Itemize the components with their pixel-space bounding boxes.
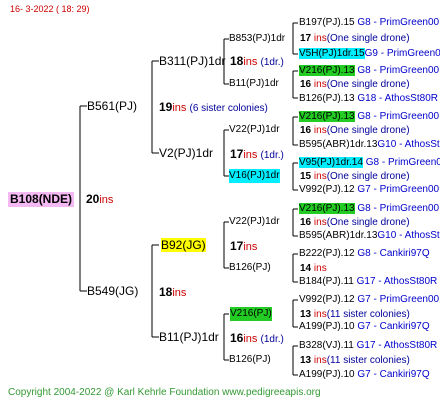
- gen3-colony-id: B853(PJ)1dr: [229, 33, 286, 44]
- gen4-entry: V992(PJ).12 G7 - PrimGreen00: [299, 293, 439, 307]
- gen4-entry: V992(PJ).12 G7 - PrimGreen00: [299, 183, 439, 197]
- gen4-colony-id: B595(ABR)1dr.13: [299, 230, 378, 241]
- gen1-inbreeding: 19ins (6 sister colonies): [159, 100, 268, 114]
- gen3-colony-id: B126(PJ): [229, 354, 271, 365]
- gen3-inbreeding: 13 ins(11 sister colonies): [300, 355, 410, 366]
- gen4-entry: B126(PJ).13 G18 - AthosSt80R: [299, 92, 438, 106]
- gen3-colony-id: V22(PJ)1dr: [229, 216, 280, 227]
- gen1-colony-id: B549(JG): [87, 284, 139, 298]
- gen4-colony-id: A199(PJ).10: [299, 321, 355, 332]
- gen4-colony-id: B197(PJ).15: [299, 17, 355, 28]
- gen1-inbreeding: 18ins: [159, 285, 187, 299]
- gen4-colony-id: B595(ABR)1dr.13: [299, 139, 378, 150]
- gen4-colony-id: B222(PJ).12: [299, 248, 355, 259]
- gen4-entry: A199(PJ).10 G7 - Cankiri97Q: [299, 368, 430, 382]
- gen4-origin: G7 - PrimGreen00: [357, 184, 440, 195]
- gen4-colony-id: V216(PJ).13: [299, 111, 355, 122]
- gen3-colony-id: V216(PJ): [230, 307, 272, 321]
- gen2-inbreeding: 16ins (1dr.): [230, 331, 284, 345]
- gen4-colony-id: V95(PJ)1dr.14: [299, 157, 363, 168]
- gen4-origin: G10 - AthosSt80R: [377, 139, 440, 150]
- gen3-inbreeding: 15 ins(One single drone): [300, 171, 410, 182]
- gen4-origin: G8 - PrimGreen00: [357, 203, 440, 214]
- gen4-entry: B595(ABR)1dr.13G10 - AthosSt80R: [299, 229, 440, 243]
- gen4-entry: V216(PJ).13 G8 - PrimGreen00: [299, 202, 439, 216]
- gen4-origin: G17 - AthosSt80R: [356, 276, 438, 287]
- gen4-origin: G8 - PrimGreen00: [365, 157, 440, 168]
- pedigree-chart: 16- 3-2022 ( 18: 29) B108(NDE) 20ins B56…: [0, 0, 440, 400]
- gen4-entry: B595(ABR)1dr.13G10 - AthosSt80R: [299, 138, 440, 152]
- gen4-entry: V5H(PJ)1dr.15G9 - PrimGreen00: [299, 47, 440, 61]
- gen4-origin: G10 - AthosSt80R: [377, 230, 440, 241]
- gen3-inbreeding: 16 ins(One single drone): [300, 217, 410, 228]
- gen4-colony-id: V5H(PJ)1dr.15: [299, 48, 365, 59]
- gen3-inbreeding: 16 ins(One single drone): [300, 125, 410, 136]
- gen3-colony-id: B126(PJ): [229, 262, 271, 273]
- gen3-colony-id: V16(PJ)1dr: [229, 169, 280, 183]
- gen4-colony-id: A199(PJ).10: [299, 369, 355, 380]
- gen4-entry: B197(PJ).15 G8 - PrimGreen00: [299, 16, 439, 30]
- gen4-origin: G8 - PrimGreen00: [357, 17, 440, 28]
- gen2-inbreeding: 18ins (1dr.): [230, 54, 284, 68]
- gen2-colony-id: B311(PJ)1dr: [159, 54, 226, 68]
- gen4-origin: G17 - AthosSt80R: [356, 340, 438, 351]
- gen3-colony-id: V22(PJ)1dr: [229, 124, 280, 135]
- gen4-origin: G9 - PrimGreen00: [364, 48, 440, 59]
- gen4-colony-id: V992(PJ).12: [299, 184, 355, 195]
- gen4-origin: G7 - Cankiri97Q: [357, 321, 430, 332]
- gen4-entry: B184(PJ).11 G17 - AthosSt80R: [299, 275, 437, 289]
- gen4-entry: B222(PJ).12 G8 - Cankiri97Q: [299, 247, 430, 261]
- print-date: 16- 3-2022 ( 18: 29): [10, 4, 90, 14]
- gen1-colony-id: B561(PJ): [87, 99, 138, 113]
- gen4-entry: V216(PJ).13 G8 - PrimGreen00: [299, 64, 439, 78]
- gen4-entry: B328(VJ).11 G17 - AthosSt80R: [299, 339, 437, 353]
- gen4-entry: V95(PJ)1dr.14 G8 - PrimGreen00: [299, 156, 440, 170]
- gen4-origin: G8 - Cankiri97Q: [357, 248, 430, 259]
- gen3-inbreeding: 14 ins: [300, 263, 327, 274]
- gen4-colony-id: V992(PJ).12: [299, 294, 355, 305]
- copyright-footer: Copyright 2004-2022 @ Karl Kehrle Founda…: [8, 387, 321, 398]
- gen4-origin: G8 - PrimGreen00: [357, 65, 440, 76]
- gen4-colony-id: B328(VJ).11: [299, 340, 354, 351]
- root-colony-id: B108(NDE): [8, 192, 75, 207]
- gen4-colony-id: B126(PJ).13: [299, 93, 355, 104]
- gen4-colony-id: B184(PJ).11: [299, 276, 354, 287]
- root-inbreeding: 20ins: [86, 192, 114, 206]
- gen4-entry: V216(PJ).13 G8 - PrimGreen00: [299, 110, 439, 124]
- gen4-colony-id: V216(PJ).13: [299, 65, 355, 76]
- gen4-origin: G18 - AthosSt80R: [357, 93, 438, 104]
- gen3-colony-id: B11(PJ)1dr: [229, 78, 279, 89]
- gen4-colony-id: V216(PJ).13: [299, 203, 355, 214]
- gen2-colony-id: B11(PJ)1dr: [159, 330, 219, 344]
- gen4-origin: G7 - PrimGreen00: [357, 294, 440, 305]
- gen3-inbreeding: 16 ins(One single drone): [300, 79, 410, 90]
- gen4-entry: A199(PJ).10 G7 - Cankiri97Q: [299, 320, 430, 334]
- gen4-origin: G7 - Cankiri97Q: [357, 369, 430, 380]
- gen2-colony-id: B92(JG): [161, 238, 206, 252]
- gen2-colony-id: V2(PJ)1dr: [159, 146, 214, 160]
- gen4-origin: G8 - PrimGreen00: [357, 111, 440, 122]
- gen2-inbreeding: 17ins: [230, 239, 258, 253]
- gen3-inbreeding: 17 ins(One single drone): [300, 33, 410, 44]
- gen2-inbreeding: 17ins (1dr.): [230, 147, 284, 161]
